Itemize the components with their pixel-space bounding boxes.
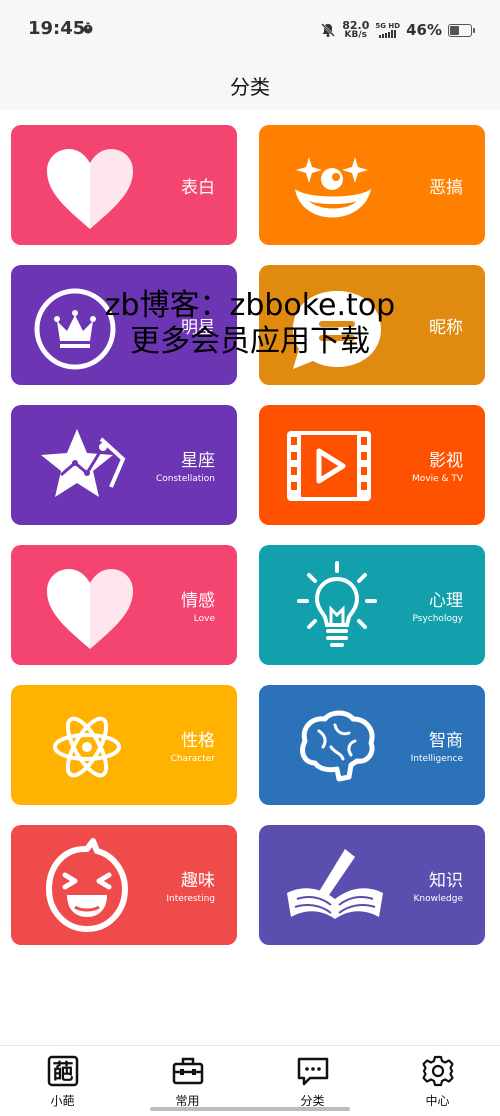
clown-face-icon [295, 157, 371, 218]
category-subtitle: Love [193, 614, 215, 624]
tab-category[interactable]: 分类 [250, 1046, 375, 1116]
status-time: 19:45 [28, 18, 86, 39]
category-card-interesting[interactable]: 趣味 Interesting [11, 825, 237, 945]
category-name: 情感 [181, 591, 215, 611]
category-name: 恶搞 [429, 177, 463, 198]
category-subtitle: Interesting [166, 894, 215, 904]
timer-icon [83, 22, 93, 34]
net-speed: 82.0 KB/s [342, 20, 369, 40]
category-card-prank[interactable]: 恶搞 [259, 125, 485, 245]
tab-center[interactable]: 中心 [375, 1046, 500, 1116]
signal-indicator: 5G HD [375, 22, 400, 38]
heart-icon [47, 569, 133, 649]
tab-common[interactable]: 常用 [125, 1046, 250, 1116]
category-card-psychology[interactable]: 心理 Psychology [259, 545, 485, 665]
category-name: 明星 [181, 317, 215, 338]
home-indicator [150, 1107, 350, 1111]
category-card-movie-tv[interactable]: 影视 Movie & TV [259, 405, 485, 525]
tab-label: 中心 [425, 1094, 450, 1108]
chat-bubble-icon [293, 291, 381, 369]
category-subtitle: Movie & TV [411, 474, 463, 484]
category-card-constellation[interactable]: 星座 Constellation [11, 405, 237, 525]
crown-icon [34, 288, 116, 370]
film-play-icon [287, 431, 371, 501]
network-type: 5G HD [375, 22, 401, 30]
category-card-love[interactable]: 情感 Love [11, 545, 237, 665]
header: 分类 [0, 60, 500, 110]
tab-xiaopa[interactable]: 葩 小葩 [0, 1046, 125, 1116]
category-card-character[interactable]: 性格 Character [11, 685, 237, 805]
category-name: 智商 [429, 731, 463, 751]
category-card-celebrity[interactable]: 明星 [11, 265, 237, 385]
category-name: 知识 [429, 871, 463, 891]
category-card-knowledge[interactable]: 知识 Knowledge [259, 825, 485, 945]
lightbulb-icon [297, 561, 377, 647]
mute-bell-icon [321, 23, 336, 37]
star-constellation-icon [41, 429, 126, 497]
net-speed-unit: KB/s [344, 30, 368, 40]
category-subtitle: Psychology [412, 614, 464, 624]
battery-percent: 46% [406, 21, 442, 39]
category-subtitle: Intelligence [410, 754, 463, 764]
category-subtitle: Character [170, 754, 215, 764]
atom-icon [53, 716, 121, 778]
category-subtitle: Knowledge [413, 894, 463, 904]
category-card-nickname[interactable]: 昵称 [259, 265, 485, 385]
signal-bars-icon [379, 30, 397, 38]
category-subtitle: Constellation [155, 474, 215, 484]
status-bar: 19:45 82.0 KB/s 5G HD 46% [0, 0, 500, 60]
tab-label: 小葩 [50, 1094, 75, 1108]
svg-text:葩: 葩 [52, 1060, 73, 1084]
brain-icon [300, 710, 375, 782]
category-name: 表白 [181, 177, 215, 198]
bottom-tab-bar: 葩 小葩 常用 分类 中心 [0, 1045, 500, 1116]
heart-icon [47, 149, 133, 229]
message-icon [297, 1057, 328, 1086]
category-name: 心理 [429, 591, 463, 611]
page-title: 分类 [230, 74, 270, 99]
category-card-intelligence[interactable]: 智商 Intelligence [259, 685, 485, 805]
pa-character-icon: 葩 [47, 1055, 78, 1087]
battery-icon [448, 23, 475, 37]
category-card-confession[interactable]: 表白 [11, 125, 237, 245]
category-name: 星座 [181, 451, 215, 471]
category-name: 趣味 [181, 871, 215, 891]
laughing-face-icon [46, 838, 128, 932]
toolbox-icon [172, 1057, 203, 1085]
book-pen-icon [287, 849, 383, 919]
category-name: 影视 [429, 451, 463, 471]
category-name: 性格 [181, 731, 215, 751]
gear-icon [421, 1055, 454, 1087]
category-name: 昵称 [429, 317, 463, 338]
